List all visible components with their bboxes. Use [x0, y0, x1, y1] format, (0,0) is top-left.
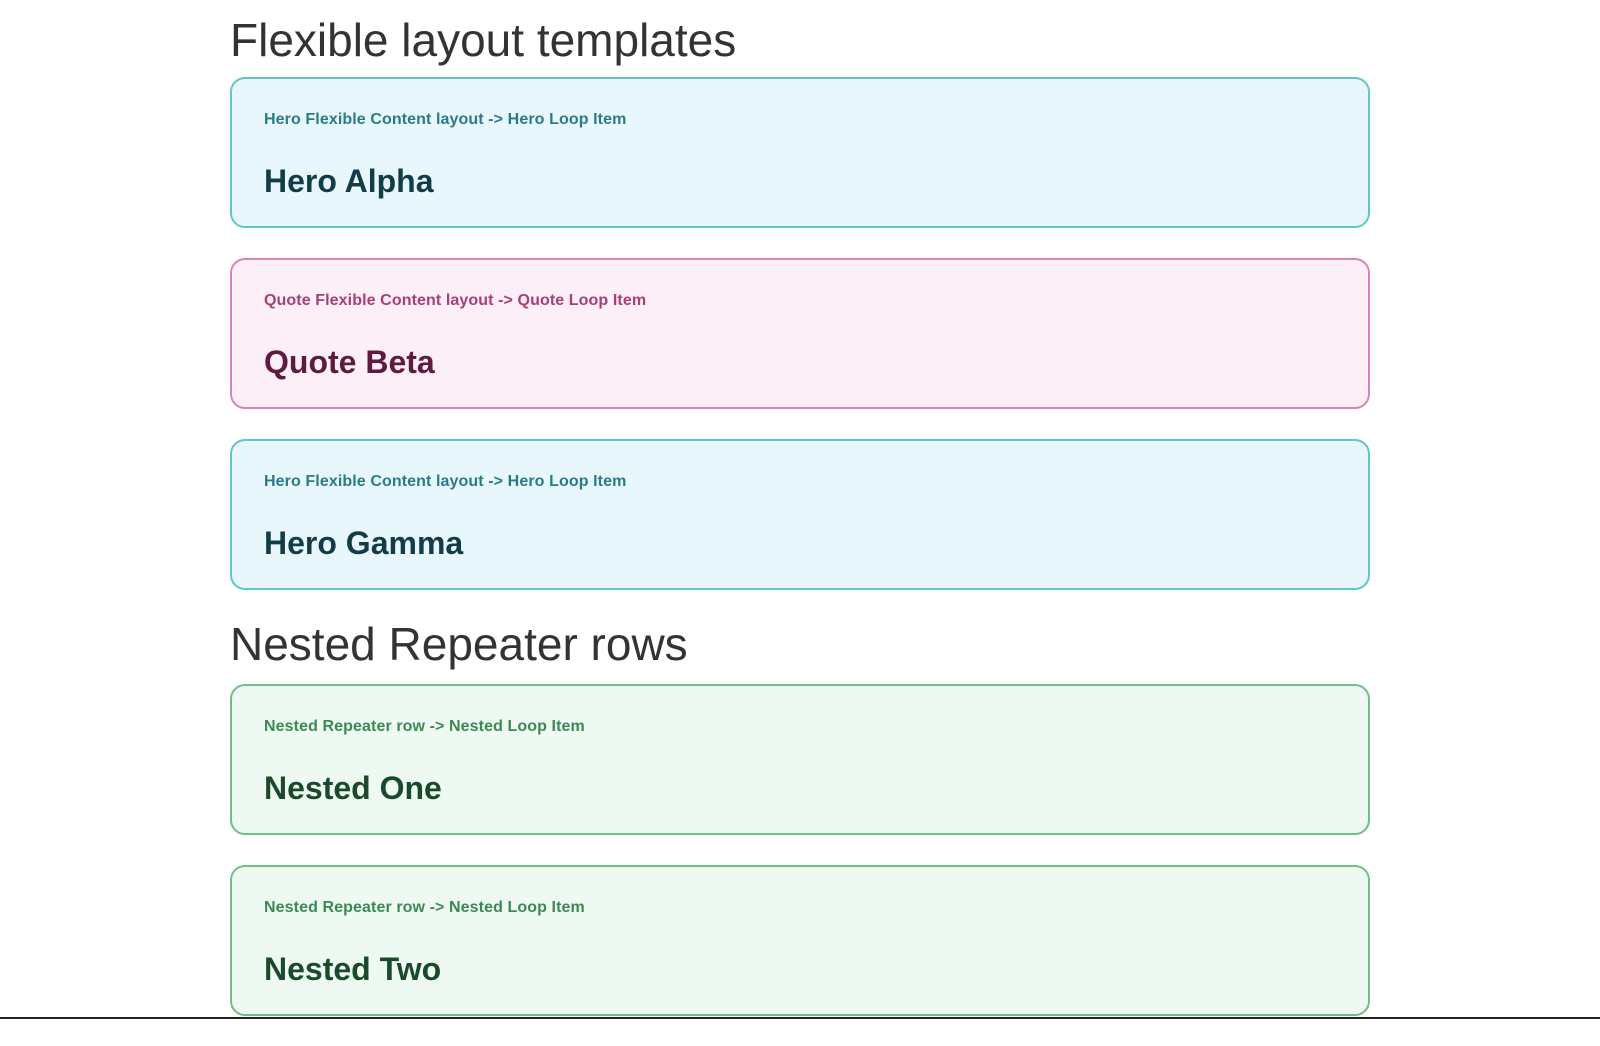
quote-card-beta: Quote Flexible Content layout -> Quote L…	[230, 258, 1370, 409]
section-heading-flexible: Flexible layout templates	[230, 13, 737, 66]
section-heading-nested: Nested Repeater rows	[230, 618, 688, 670]
card-title: Nested Two	[264, 951, 442, 987]
nested-card-one: Nested Repeater row -> Nested Loop Item …	[230, 684, 1370, 835]
card-kicker: Hero Flexible Content layout -> Hero Loo…	[264, 473, 627, 490]
card-kicker: Nested Repeater row -> Nested Loop Item	[264, 899, 585, 916]
card-kicker: Hero Flexible Content layout -> Hero Loo…	[264, 111, 627, 128]
card-title: Quote Beta	[264, 344, 435, 380]
card-kicker: Nested Repeater row -> Nested Loop Item	[264, 718, 585, 735]
card-title: Hero Gamma	[264, 525, 464, 561]
card-kicker: Quote Flexible Content layout -> Quote L…	[264, 292, 647, 309]
page-content: Flexible layout templates Hero Flexible …	[230, 0, 1370, 1046]
hero-card-alpha: Hero Flexible Content layout -> Hero Loo…	[230, 77, 1370, 228]
nested-card-two: Nested Repeater row -> Nested Loop Item …	[230, 865, 1370, 1016]
hero-card-gamma: Hero Flexible Content layout -> Hero Loo…	[230, 439, 1370, 590]
card-title: Hero Alpha	[264, 163, 434, 199]
card-title: Nested One	[264, 770, 442, 806]
